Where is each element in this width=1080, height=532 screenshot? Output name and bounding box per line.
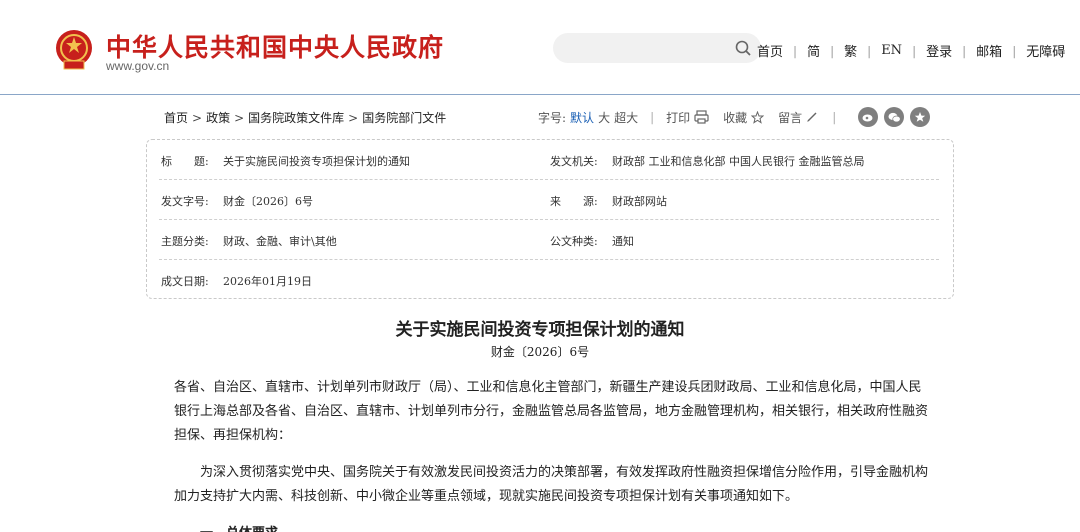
breadcrumb-department-docs[interactable]: 国务院部门文件	[362, 109, 446, 126]
weibo-icon[interactable]	[858, 107, 879, 127]
search-input[interactable]	[553, 33, 761, 63]
article-paragraph: 为深入贯彻落实党中央、国务院关于有效激发民间投资活力的决策部署，有效发挥政府性融…	[174, 465, 929, 504]
nav-separator: |	[830, 43, 835, 58]
metadata-key: 成文日期:	[161, 275, 209, 288]
star-outline-icon	[751, 110, 765, 124]
breadcrumb-separator: >	[348, 110, 359, 125]
breadcrumb-policy[interactable]: 政策	[206, 109, 230, 126]
font-size-xlarge[interactable]: 超大	[614, 109, 638, 126]
nav-separator: |	[793, 43, 798, 58]
metadata-key: 来 源:	[550, 195, 598, 208]
print-label: 打印	[666, 110, 691, 125]
section-heading: 一、总体要求	[174, 522, 934, 532]
breadcrumb-policy-library[interactable]: 国务院政策文件库	[248, 109, 344, 126]
metadata-value: 通知	[612, 235, 634, 248]
font-size-label: 字号:	[538, 110, 567, 125]
metadata-key: 发文机关:	[550, 155, 598, 168]
pen-icon	[807, 112, 817, 122]
metadata-value: 财政部 工业和信息化部 中国人民银行 金融监管总局	[612, 155, 865, 168]
nav-accessibility[interactable]: 无障碍	[1026, 41, 1065, 60]
metadata-doc-number: 发文字号: 财金〔2026〕6号	[161, 193, 313, 209]
toolbar-separator: |	[832, 110, 837, 124]
breadcrumb-separator: >	[234, 110, 245, 125]
nav-traditional[interactable]: 繁	[844, 41, 857, 60]
breadcrumb-separator: >	[192, 110, 203, 125]
nav-separator: |	[1012, 43, 1017, 58]
metadata-date: 成文日期: 2026年01月19日	[161, 273, 312, 289]
metadata-source: 来 源: 财政部网站	[550, 193, 667, 209]
metadata-key: 发文字号:	[161, 195, 209, 208]
nav-home[interactable]: 首页	[757, 41, 783, 60]
document-metadata: 标 题: 关于实施民间投资专项担保计划的通知 发文机关: 财政部 工业和信息化部…	[146, 139, 954, 299]
metadata-doc-type: 公文种类: 通知	[550, 233, 634, 249]
comment-label: 留言	[778, 110, 803, 125]
print-button[interactable]: 打印	[666, 109, 709, 126]
printer-icon	[694, 110, 709, 124]
breadcrumb-home[interactable]: 首页	[164, 109, 188, 126]
wechat-icon[interactable]	[884, 107, 905, 127]
metadata-row: 标 题: 关于实施民间投资专项担保计划的通知 发文机关: 财政部 工业和信息化部…	[159, 140, 939, 180]
nav-login[interactable]: 登录	[926, 41, 952, 60]
metadata-key: 公文种类:	[550, 235, 598, 248]
article-doc-number: 财金〔2026〕6号	[490, 345, 590, 359]
breadcrumb: 首页 > 政策 > 国务院政策文件库 > 国务院部门文件	[164, 109, 446, 126]
share-icons	[858, 107, 931, 127]
metadata-row: 成文日期: 2026年01月19日	[159, 260, 939, 300]
metadata-issuer: 发文机关: 财政部 工业和信息化部 中国人民银行 金融监管总局	[550, 153, 865, 169]
favorite-label: 收藏	[723, 110, 748, 125]
metadata-topic: 主题分类: 财政、金融、审计\其他	[161, 233, 337, 249]
site-url[interactable]: www.gov.cn	[106, 59, 169, 73]
toolbar-separator: |	[650, 110, 655, 124]
national-emblem-icon[interactable]	[54, 28, 94, 72]
nav-separator: |	[962, 43, 967, 58]
search-icon[interactable]	[735, 40, 751, 56]
font-size-large[interactable]: 大	[598, 109, 610, 126]
nav-mail[interactable]: 邮箱	[976, 41, 1002, 60]
site-header: 中华人民共和国中央人民政府 www.gov.cn 首页 | 简 | 繁 | EN…	[0, 0, 1080, 95]
article-paragraph: 各省、自治区、直辖市、计划单列市财政厅（局）、工业和信息化主管部门，新疆生产建设…	[174, 380, 929, 443]
nav-simplified[interactable]: 简	[807, 41, 820, 60]
comment-button[interactable]: 留言	[778, 109, 818, 126]
metadata-value: 2026年01月19日	[223, 275, 312, 288]
favorite-button[interactable]: 收藏	[723, 109, 765, 126]
nav-english[interactable]: EN	[881, 43, 902, 58]
article-toolbar: 字号: 默认 大 超大 | 打印 收藏 留言 |	[538, 107, 931, 127]
metadata-key: 标 题:	[161, 155, 209, 168]
nav-separator: |	[867, 43, 872, 58]
metadata-key: 主题分类:	[161, 235, 209, 248]
favorite-star-icon[interactable]	[910, 107, 931, 127]
metadata-row: 发文字号: 财金〔2026〕6号 来 源: 财政部网站	[159, 180, 939, 220]
article-title: 关于实施民间投资专项担保计划的通知	[395, 320, 685, 340]
metadata-value: 财金〔2026〕6号	[223, 195, 313, 208]
metadata-value: 财政、金融、审计\其他	[223, 235, 337, 248]
top-nav: 首页 | 简 | 繁 | EN | 登录 | 邮箱 | 无障碍	[757, 41, 1065, 60]
nav-separator: |	[912, 43, 917, 58]
metadata-value: 财政部网站	[612, 195, 667, 208]
metadata-value: 关于实施民间投资专项担保计划的通知	[223, 155, 410, 168]
metadata-row: 主题分类: 财政、金融、审计\其他 公文种类: 通知	[159, 220, 939, 260]
font-size-default[interactable]: 默认	[570, 109, 594, 126]
metadata-title: 标 题: 关于实施民间投资专项担保计划的通知	[161, 153, 410, 169]
